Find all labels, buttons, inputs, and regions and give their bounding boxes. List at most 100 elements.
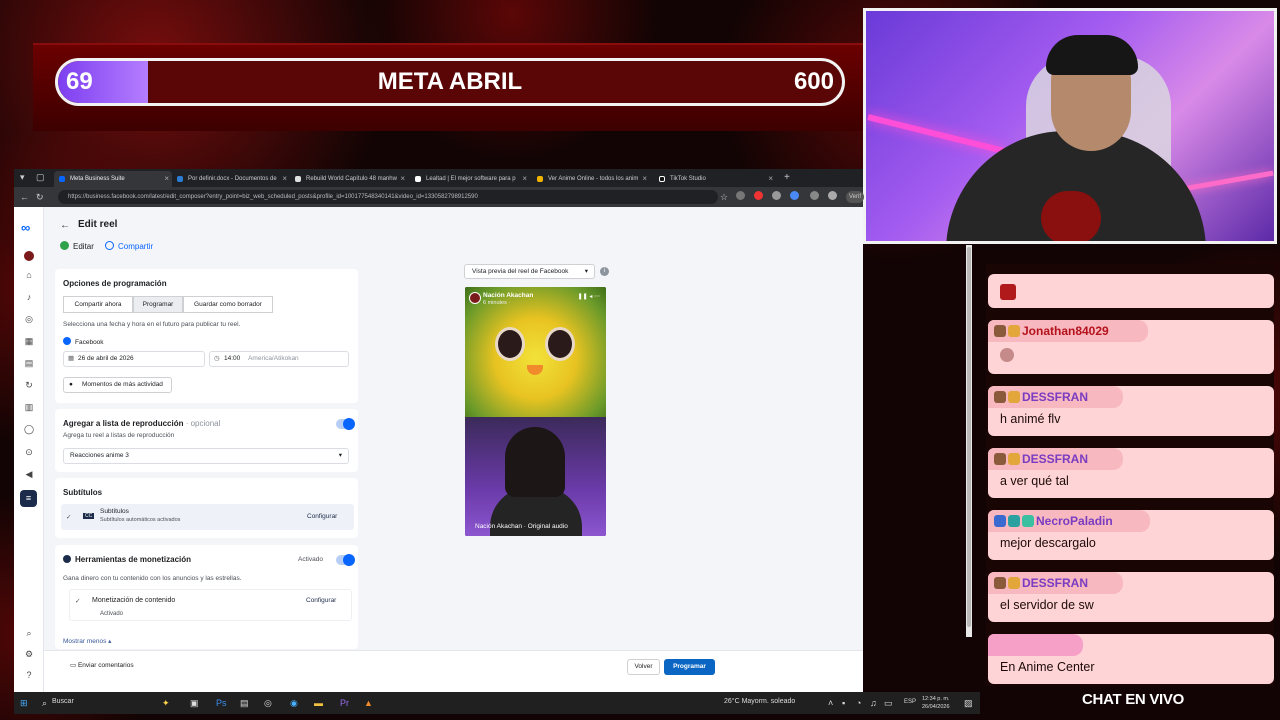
all-tools-icon[interactable]: ≡ (20, 490, 37, 507)
back-icon[interactable]: ← (20, 190, 29, 204)
folder-icon[interactable]: ▬ (314, 697, 323, 709)
taskbar-clock[interactable]: 12:34 p. m. 26/04/2026 (922, 695, 950, 711)
extension-icon[interactable] (772, 191, 781, 200)
tab-docs[interactable]: Por definir.docx - Documentos de × (172, 171, 290, 187)
home-icon[interactable]: ⌂ (24, 270, 34, 280)
footer-bar: ▭ Enviar comentarios Volver Programar (44, 650, 863, 692)
planner-icon[interactable]: ↻ (24, 380, 34, 390)
reel-preview[interactable]: Nación Akachan 6 minutes · ❚❚ ◂ ⋯ Nación… (465, 287, 606, 536)
tab-manhwa[interactable]: Rebuild World Capítulo 48 manhw × (290, 171, 408, 187)
profile-button[interactable]: Verif (846, 191, 865, 203)
close-icon[interactable]: × (768, 171, 773, 187)
reload-icon[interactable]: ↻ (36, 190, 44, 204)
app-icon[interactable]: ◎ (264, 697, 272, 709)
tab-group-icon[interactable]: ▢ (36, 170, 45, 184)
puzzle-icon[interactable] (828, 191, 837, 200)
pages-icon[interactable]: ◎ (24, 314, 34, 324)
monetization-configure-button[interactable]: Configurar (306, 597, 336, 604)
show-less-link[interactable]: Mostrar menos ▴ (63, 637, 111, 645)
time-field[interactable]: ◷ 14:00 America/Atikokan (209, 351, 349, 367)
tab-label: Rebuild World Capítulo 48 manhw (306, 176, 397, 182)
taskbar-search[interactable]: Buscar (52, 698, 74, 705)
notifications-icon[interactable]: ♪ (24, 292, 34, 302)
inbox-icon[interactable]: ▤ (24, 358, 34, 368)
search-icon[interactable]: ⌕ (42, 697, 47, 709)
extension-icon[interactable] (810, 191, 819, 200)
back-button[interactable]: Volver (627, 659, 660, 675)
instagram-icon[interactable]: ◯ (24, 424, 34, 434)
photoshop-icon[interactable]: Ps (216, 697, 227, 709)
schedule-option[interactable]: Programar (133, 296, 183, 313)
chat-emote (1000, 284, 1018, 301)
close-icon[interactable]: × (164, 171, 169, 187)
app-icon[interactable]: ▤ (240, 697, 249, 709)
monetization-heading: Herramientas de monetización (63, 555, 191, 564)
monetization-toggle[interactable] (336, 554, 355, 566)
vlc-icon[interactable]: ▲ (364, 697, 373, 709)
preview-select[interactable]: Vista previa del reel de Facebook ▾ (464, 264, 595, 279)
help-icon[interactable]: ? (24, 670, 34, 680)
copilot-icon[interactable]: ✦ (162, 697, 170, 709)
chat-message: DESSFRAN a ver qué tal (988, 448, 1274, 498)
save-draft-option[interactable]: Guardar como borrador (183, 296, 273, 313)
step-edit[interactable]: Editar (60, 241, 94, 252)
close-icon[interactable]: × (642, 171, 647, 187)
feedback-link[interactable]: ▭ Enviar comentarios (70, 661, 134, 669)
info-icon[interactable]: i (600, 267, 609, 276)
reel-person-head (505, 427, 565, 497)
browser-icon[interactable]: ◉ (290, 697, 298, 709)
notification-icon[interactable]: ▨ (964, 697, 973, 709)
url-input[interactable]: https://business.facebook.com/latest/edi… (58, 190, 718, 204)
extension-icon[interactable] (736, 191, 745, 200)
crown-badge-icon (1008, 453, 1020, 465)
weather-widget[interactable]: 26°C Mayorm. soleado (724, 698, 795, 705)
language-indicator[interactable]: ESP (904, 699, 916, 705)
battery-icon[interactable]: ▭ (884, 697, 893, 709)
tray-icon[interactable]: ▪ (842, 697, 845, 709)
schedule-button[interactable]: Programar (664, 659, 715, 675)
new-tab-icon[interactable]: + (784, 171, 790, 185)
info-icon (63, 555, 71, 563)
account-avatar[interactable] (24, 251, 34, 261)
playlist-toggle[interactable] (336, 418, 355, 430)
date-field[interactable]: ▦ 26 de abril de 2026 (63, 351, 205, 367)
bookmark-star-icon[interactable]: ☆ (720, 190, 728, 204)
tab-tiktok[interactable]: TikTok Studio × (654, 171, 776, 187)
scrollbar-thumb[interactable] (967, 247, 971, 627)
content-icon[interactable]: ▦ (24, 336, 34, 346)
show-less-label: Mostrar menos (63, 638, 107, 645)
tab-menu-icon[interactable]: ▾ (20, 170, 25, 184)
settings-icon[interactable]: ⚙ (24, 649, 34, 659)
subtitles-configure-button[interactable]: Configurar (307, 513, 337, 520)
close-icon[interactable]: × (400, 171, 405, 187)
best-times-button[interactable]: ● Momentos de más actividad (63, 377, 172, 393)
chat-message: DESSFRAN el servidor de sw (988, 572, 1274, 622)
crown-badge-icon (1008, 391, 1020, 403)
tray-chevron-icon[interactable]: ˄ (828, 697, 833, 709)
ads-icon[interactable]: ◀ (24, 469, 34, 479)
emote-icon (1000, 348, 1014, 362)
tab-anime[interactable]: Ver Anime Online - todos los anim × (532, 171, 650, 187)
extension-icon[interactable] (790, 191, 799, 200)
extension-icon[interactable] (754, 191, 763, 200)
chat-message: En Anime Center (988, 634, 1274, 684)
step-share[interactable]: Compartir (105, 241, 153, 252)
insights-icon[interactable]: ▥ (24, 402, 34, 412)
close-icon[interactable]: × (282, 171, 287, 187)
close-icon[interactable]: × (522, 171, 527, 187)
tab-meta-business[interactable]: Meta Business Suite × (54, 171, 172, 187)
search-icon[interactable]: ⌕ (24, 628, 34, 638)
meta-logo-icon[interactable]: ∞ (21, 220, 30, 235)
wifi-icon[interactable]: ◔ (856, 697, 861, 709)
premiere-icon[interactable]: Pr (340, 697, 349, 709)
playlist-select[interactable]: Reacciones anime 3 ▾ (63, 448, 349, 464)
volume-icon[interactable]: ♫ (870, 697, 877, 709)
share-now-option[interactable]: Compartir ahora (63, 296, 133, 313)
tab-lealtad[interactable]: Lealtad | El mejor software para p × (410, 171, 530, 187)
back-arrow-icon[interactable]: ← (60, 220, 70, 231)
site-icon (537, 176, 543, 182)
reel-controls-icon[interactable]: ❚❚ ◂ ⋯ (578, 293, 600, 300)
monetization-icon[interactable]: ⊙ (24, 447, 34, 457)
task-view-icon[interactable]: ▣ (190, 697, 199, 709)
windows-start-icon[interactable]: ⊞ (20, 697, 28, 709)
